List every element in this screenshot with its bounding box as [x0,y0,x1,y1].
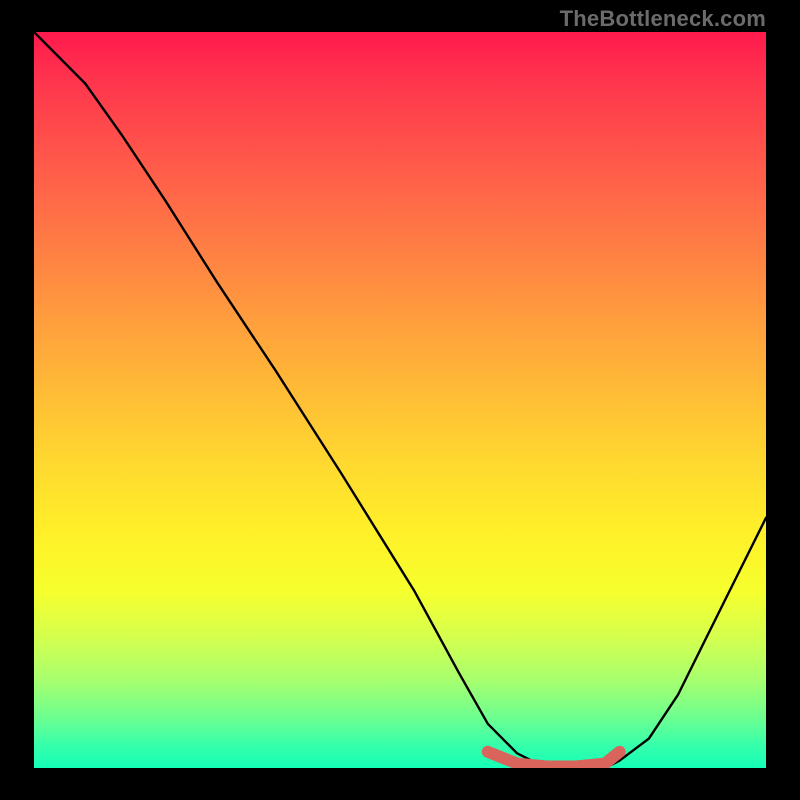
plot-area [34,32,766,768]
chart-frame: TheBottleneck.com [0,0,800,800]
watermark-text: TheBottleneck.com [560,6,766,32]
chart-svg [34,32,766,768]
optimal-range-marker-path [488,752,620,767]
bottleneck-curve-path [34,32,766,768]
